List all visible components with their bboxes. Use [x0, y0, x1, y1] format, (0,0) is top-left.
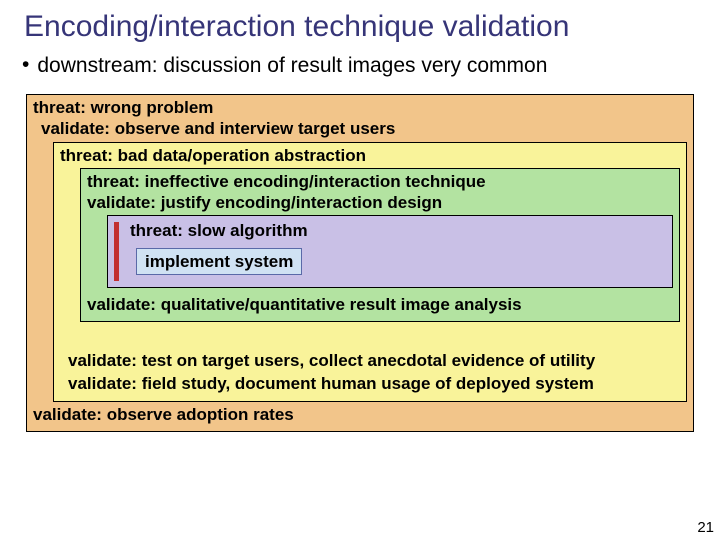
highlight-bar	[114, 222, 119, 281]
bullet-dot: •	[22, 54, 29, 75]
green-validate: validate: justify encoding/interaction d…	[87, 192, 673, 213]
green-validate-2: validate: qualitative/quantitative resul…	[87, 294, 673, 315]
outer-box: threat: wrong problem validate: observe …	[26, 94, 694, 432]
outer-validate-2: validate: observe adoption rates	[33, 404, 687, 425]
outer-validate: validate: observe and interview target u…	[33, 118, 687, 139]
implement-label: implement system	[145, 252, 293, 271]
implement-box: implement system	[136, 248, 302, 275]
green-box: threat: ineffective encoding/interaction…	[80, 168, 680, 322]
purple-box: threat: slow algorithm implement system	[107, 215, 673, 288]
green-threat: threat: ineffective encoding/interaction…	[87, 171, 673, 192]
yellow-box: threat: bad data/operation abstraction t…	[53, 142, 687, 402]
bullet-text: downstream: discussion of result images …	[37, 54, 547, 78]
bullet-line: • downstream: discussion of result image…	[20, 54, 702, 78]
slide-title: Encoding/interaction technique validatio…	[24, 10, 702, 44]
slide-number: 21	[697, 519, 714, 536]
purple-threat: threat: slow algorithm	[130, 220, 664, 241]
yellow-validate-1: validate: test on target users, collect …	[60, 350, 680, 371]
nested-diagram: threat: wrong problem validate: observe …	[26, 94, 694, 432]
yellow-validate-2: validate: field study, document human us…	[60, 373, 680, 394]
yellow-threat: threat: bad data/operation abstraction	[60, 145, 680, 166]
outer-threat: threat: wrong problem	[33, 97, 687, 118]
